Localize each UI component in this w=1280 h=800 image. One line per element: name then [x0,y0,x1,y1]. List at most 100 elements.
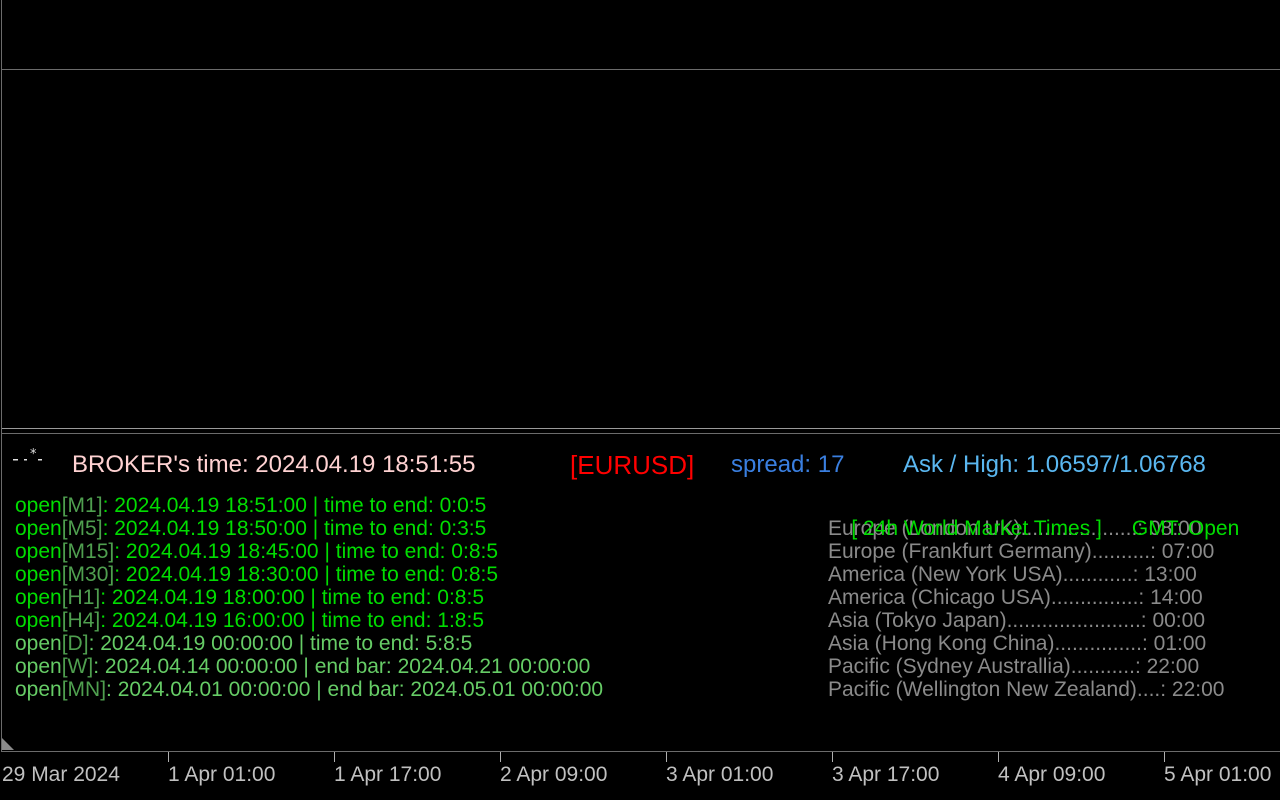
timeframe-end-value: 0:3:5 [433,517,487,540]
axis-tick [168,752,169,762]
timeframe-end-label: time to end: [321,586,432,609]
timeframe-open-time: : 2024.04.19 18:50:00 [102,517,307,540]
timeframe-separator: | [304,586,322,609]
timeframe-end-label: time to end: [324,517,434,540]
timeframe-row: open[D]: 2024.04.19 00:00:00 | time to e… [15,632,815,655]
axis-tick [334,752,335,762]
timeframe-open-time: : 2024.04.19 18:30:00 [114,563,319,586]
timeframe-list: open[M1]: 2024.04.19 18:51:00 | time to … [15,494,815,701]
timeframe-code: [D] [61,632,89,655]
timeframe-open-label: open [15,494,62,517]
timeframe-end-label: time to end: [310,632,420,655]
timeframe-end-label: end bar: [327,678,405,701]
timeframe-open-label: open [15,540,62,563]
timeframe-row: open[M15]: 2024.04.19 18:45:00 | time to… [15,540,815,563]
svg-text:*: * [30,447,37,462]
timeframe-code: [M30] [61,563,115,586]
timeframe-separator: | [304,609,322,632]
spread-label: spread: 17 [731,451,845,478]
axis-tick [998,752,999,762]
timeframe-separator: | [297,655,315,678]
timeframe-end-value: 0:8:5 [445,563,499,586]
asterisk-dash-icon: * [13,447,42,462]
symbol-label: [EURUSD] [570,450,695,480]
timeframe-separator: | [310,678,328,701]
market-time-row: America (Chicago USA)...............: 14… [828,586,1203,609]
timeframe-end-label: time to end: [335,563,446,586]
market-time-row: Asia (Tokyo Japan)......................… [828,609,1205,632]
timeframe-end-value: 0:8:5 [445,540,499,563]
timeframe-row: open[M5]: 2024.04.19 18:50:00 | time to … [15,517,815,540]
timeframe-end-value: 2024.04.21 00:00:00 [391,655,591,678]
axis-label: 29 Mar 2024 [2,763,120,786]
market-times-panel: [ 24h World Market Times ] GMT: Open Euro… [828,494,1280,701]
timeframe-open-label: open [15,609,62,632]
axis-label: 3 Apr 17:00 [832,763,940,786]
timeframe-end-label: end bar: [314,655,392,678]
axis-label: 5 Apr 01:00 [1164,763,1272,786]
timeframe-separator: | [292,632,311,655]
timeframe-open-time: : 2024.04.19 18:51:00 [102,494,307,517]
timeframe-code: [H1] [61,586,101,609]
timeframe-open-time: : 2024.04.19 18:00:00 [100,586,305,609]
timeframe-end-value: 0:8:5 [431,586,484,609]
timeframe-row: open[M1]: 2024.04.19 18:51:00 | time to … [15,494,815,517]
market-times-title: [ 24h World Market Times ] [851,517,1102,540]
timeframe-separator: | [306,494,325,517]
timeframe-open-time: : 2024.04.19 18:45:00 [114,540,319,563]
timeframe-open-label: open [15,517,62,540]
market-time-row: America (New York USA)............: 13:0… [828,563,1197,586]
timeframe-open-label: open [15,563,62,586]
axis-label: 1 Apr 01:00 [168,763,276,786]
timeframe-separator: | [306,517,325,540]
timeframe-open-time: : 2024.04.19 16:00:00 [100,609,305,632]
market-time-row: Europe (Frankfurt Germany)..........: 07… [828,540,1215,563]
timeframe-row: open[H1]: 2024.04.19 18:00:00 | time to … [15,586,815,609]
axis-tick [500,752,501,762]
timeframe-end-label: time to end: [324,494,434,517]
axis-label: 2 Apr 09:00 [500,763,608,786]
timeframe-open-time: : 2024.04.01 00:00:00 [106,678,311,701]
timeframe-end-value: 2024.05.01 00:00:00 [404,678,604,701]
timeframe-open-label: open [15,678,62,701]
gmt-open-label: GMT: Open [1131,517,1240,540]
axis-label: 1 Apr 17:00 [334,763,442,786]
timeframe-separator: | [318,563,336,586]
market-time-row: Pacific (Sydney Australlia)...........: … [828,655,1200,678]
corner-triangle-icon [2,738,14,750]
timeframe-row: open[H4]: 2024.04.19 16:00:00 | time to … [15,609,815,632]
timeframe-code: [M5] [61,517,103,540]
market-time-row: Pacific (Wellington New Zealand)....: 22… [828,678,1225,701]
timeframe-row: open[MN]: 2024.04.01 00:00:00 | end bar:… [15,678,815,701]
chart-left-border [1,0,2,752]
timeframe-open-time: : 2024.04.19 00:00:00 [88,632,293,655]
chart-top-line [2,69,1280,70]
broker-time: BROKER's time: 2024.04.19 18:51:55 [72,451,476,478]
timeframe-open-label: open [15,655,62,678]
timeframe-end-value: 5:8:5 [419,632,473,655]
timeframe-open-time: : 2024.04.14 00:00:00 [93,655,298,678]
axis-tick [1164,752,1165,762]
axis-tick [666,752,667,762]
timeframe-row: open[M30]: 2024.04.19 18:30:00 | time to… [15,563,815,586]
timeframe-end-value: 0:0:5 [433,494,487,517]
timeframe-code: [M1] [61,494,103,517]
indicator-icon: * [10,446,44,468]
timeframe-end-label: time to end: [321,609,432,632]
timeframe-code: [H4] [61,609,101,632]
timeframe-code: [W] [61,655,94,678]
timeframe-code: [MN] [61,678,107,701]
timeframe-separator: | [318,540,336,563]
timeframe-end-label: time to end: [335,540,446,563]
axis-label: 4 Apr 09:00 [998,763,1106,786]
market-time-row: Asia (Hong Kong China)...............: 0… [828,632,1207,655]
timeframe-row: open[W]: 2024.04.14 00:00:00 | end bar: … [15,655,815,678]
timeframe-end-value: 1:8:5 [431,609,484,632]
timeframe-open-label: open [15,632,62,655]
subwindow-separator[interactable] [2,428,1280,429]
axis-label: 3 Apr 01:00 [666,763,774,786]
axis-tick [832,752,833,762]
timeframe-code: [M15] [61,540,115,563]
ask-high-label: Ask / High: 1.06597/1.06768 [903,451,1206,478]
timeframe-open-label: open [15,586,62,609]
